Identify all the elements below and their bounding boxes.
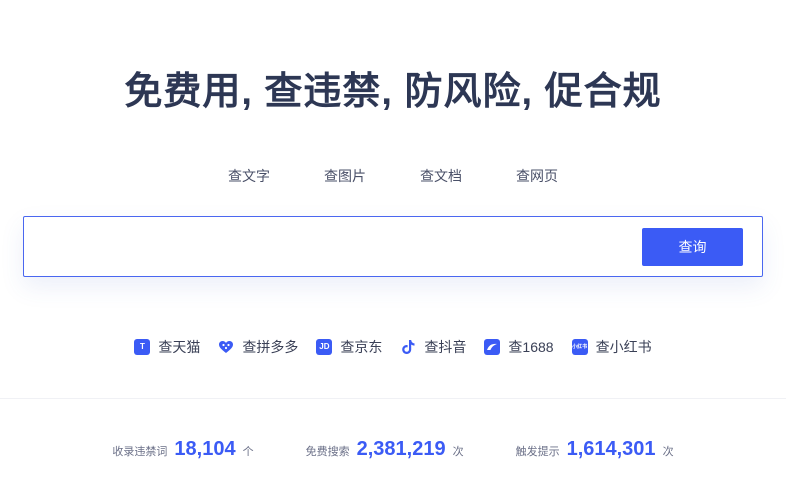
platform-tmall[interactable]: T 查天猫 [134,337,200,357]
search-input[interactable] [36,229,636,265]
platform-list: T 查天猫 查拼多多 JD 查京东 查抖音 查1688 小红书 查小红书 [0,337,786,357]
search-button[interactable]: 查询 [642,228,743,266]
stat-label: 免费搜索 [305,446,350,458]
tab-image[interactable]: 查图片 [324,164,366,188]
stat-banned-words: 收录违禁词 18,104 个 [112,438,253,461]
section-divider [0,398,786,399]
stat-triggered-alerts: 触发提示 1,614,301 次 [516,438,674,461]
tab-text[interactable]: 查文字 [228,164,270,188]
stat-label: 触发提示 [515,446,560,458]
page: 免费用, 查违禁, 防风险, 促合规 查文字 查图片 查文档 查网页 查询 T … [0,0,786,497]
platform-xiaohongshu[interactable]: 小红书 查小红书 [571,337,652,357]
pinduoduo-icon [218,339,234,355]
stat-label: 收录违禁词 [112,446,168,458]
search-type-tabs: 查文字 查图片 查文档 查网页 [0,164,786,188]
platform-label: 查拼多多 [242,339,299,355]
xiaohongshu-icon: 小红书 [571,339,588,355]
platform-douyin[interactable]: 查抖音 [400,337,466,357]
stat-value: 2,381,219 [356,438,446,460]
platform-1688[interactable]: 查1688 [484,337,554,357]
hero-title: 免费用, 查违禁, 防风险, 促合规 [124,71,662,113]
stat-value: 1,614,301 [566,438,656,460]
stat-unit: 次 [662,446,674,458]
stat-unit: 个 [242,446,254,458]
platform-label: 查1688 [508,339,554,355]
platform-label: 查抖音 [424,339,467,355]
tab-document[interactable]: 查文档 [420,164,462,188]
search-box: 查询 [23,216,763,277]
platform-label: 查京东 [340,339,383,355]
platform-jd[interactable]: JD 查京东 [316,337,382,357]
stats-bar: 收录违禁词 18,104 个 免费搜索 2,381,219 次 触发提示 1,6… [0,438,786,461]
tmall-icon: T [134,339,151,355]
stat-free-searches: 免费搜索 2,381,219 次 [306,438,464,461]
platform-label: 查小红书 [595,339,652,355]
tab-webpage[interactable]: 查网页 [516,164,558,188]
platform-label: 查天猫 [158,339,201,355]
platform-pinduoduo[interactable]: 查拼多多 [218,337,298,357]
alibaba-1688-icon [484,339,501,355]
stat-value: 18,104 [174,438,236,460]
douyin-icon [400,339,416,355]
jd-icon: JD [316,339,333,355]
stat-unit: 次 [452,446,464,458]
